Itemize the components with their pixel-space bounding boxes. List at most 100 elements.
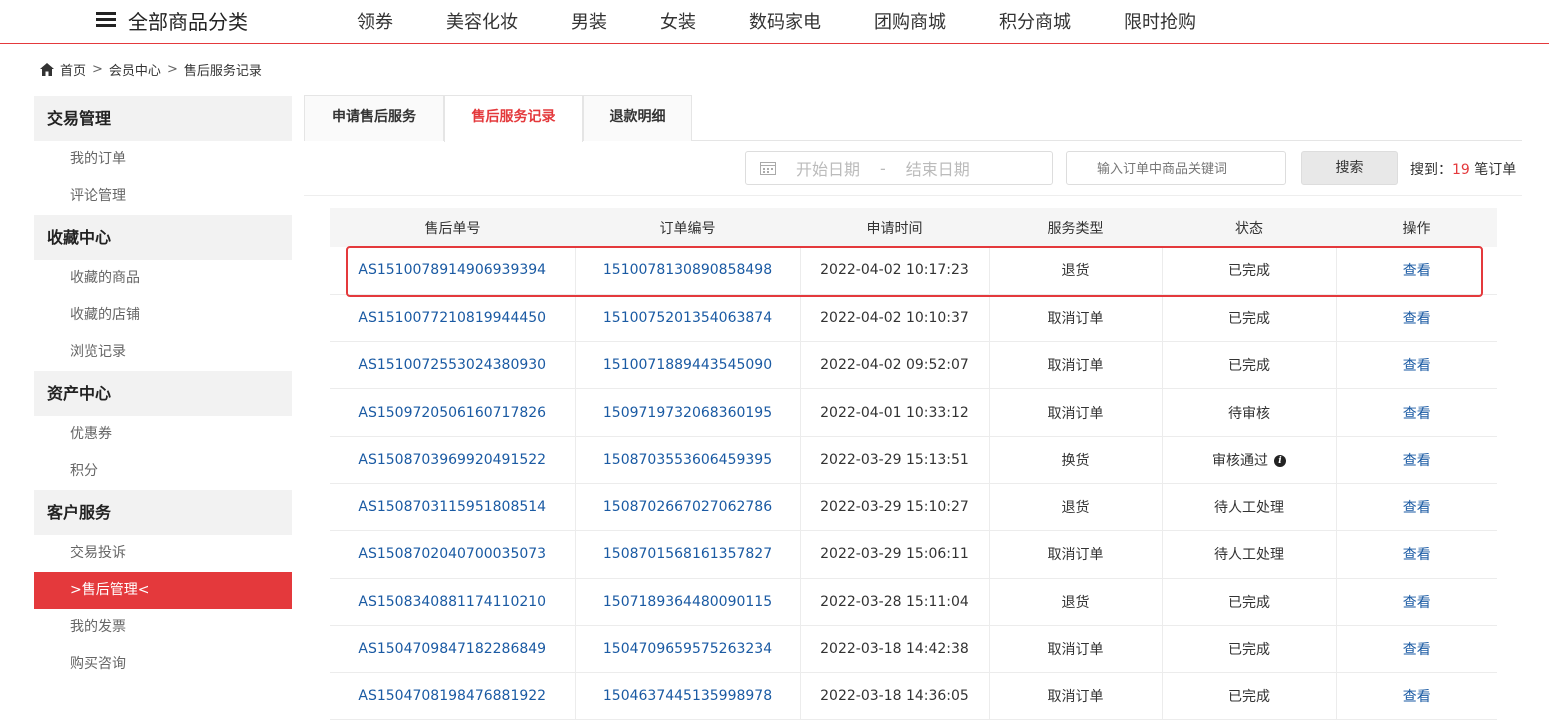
tab-apply-after-sales[interactable]: 申请售后服务 — [304, 95, 444, 141]
sidebar-item-points[interactable]: 积分 — [34, 453, 292, 490]
view-link[interactable]: 查看 — [1403, 547, 1431, 563]
table-cell: 待人工处理 — [1162, 483, 1337, 532]
nav-link[interactable]: 限时抢购 — [1124, 8, 1196, 34]
table-cell: 2022-03-28 15:11:04 — [800, 578, 990, 626]
order-no-link[interactable]: 1508701568161357827 — [603, 546, 772, 562]
order-no-link[interactable]: 1508702667027062786 — [603, 499, 772, 515]
sidebar-item-consultation[interactable]: 购买咨询 — [34, 646, 292, 683]
sidebar-item-favorite-goods[interactable]: 收藏的商品 — [34, 260, 292, 297]
status: 已完成 — [1228, 358, 1270, 375]
view-link[interactable]: 查看 — [1403, 642, 1431, 658]
sidebar-item-history[interactable]: 浏览记录 — [34, 334, 292, 371]
table-cell: 取消订单 — [989, 388, 1163, 437]
aftersales-no-link[interactable]: AS1508703969920491522 — [358, 452, 546, 468]
table-cell: AS1510072553024380930 — [330, 341, 576, 390]
table-cell: 查看 — [1336, 341, 1497, 390]
tab-refund-details[interactable]: 退款明细 — [583, 95, 692, 141]
home-icon — [40, 62, 54, 76]
aftersales-no-link[interactable]: AS1508703115951808514 — [358, 499, 546, 515]
keyword-search-input[interactable] — [1066, 151, 1286, 185]
sidebar-item-after-sales[interactable]: >售后管理< — [34, 572, 292, 609]
view-link[interactable]: 查看 — [1403, 689, 1431, 705]
order-no-link[interactable]: 1507189364480090115 — [603, 594, 772, 610]
table-cell: 退货 — [989, 578, 1163, 626]
table-cell: 查看 — [1336, 436, 1497, 484]
aftersales-no-link[interactable]: AS1510072553024380930 — [358, 357, 546, 373]
sidebar-item-favorite-shops[interactable]: 收藏的店铺 — [34, 297, 292, 334]
table-cell: 2022-04-01 10:33:12 — [800, 388, 990, 437]
aftersales-no-link[interactable]: AS1508702040700035073 — [358, 546, 546, 562]
aftersales-no-link[interactable]: AS1510078914906939394 — [358, 262, 546, 278]
view-link[interactable]: 查看 — [1403, 263, 1431, 279]
table-row: AS1510077210819944450 1510075201354063874… — [330, 294, 1497, 343]
table-row: AS1504708198476881922 1504637445135998978… — [330, 672, 1497, 721]
aftersales-no-link[interactable]: AS1509720506160717826 — [358, 405, 546, 421]
status: 待人工处理 — [1214, 500, 1284, 517]
sidebar-item-my-orders[interactable]: 我的订单 — [34, 141, 292, 178]
service-type: 退货 — [1061, 594, 1090, 611]
date-range-picker[interactable]: 开始日期 - 结束日期 — [745, 151, 1053, 185]
col-header-status: 状态 — [1162, 208, 1336, 247]
nav-link[interactable]: 积分商城 — [999, 8, 1071, 34]
breadcrumb-home[interactable]: 首页 — [60, 60, 86, 79]
info-icon[interactable]: i — [1274, 454, 1286, 467]
sidebar-item-invoices[interactable]: 我的发票 — [34, 609, 292, 646]
nav-link[interactable]: 男装 — [571, 8, 607, 34]
date-separator: - — [880, 158, 886, 178]
table-row: AS1510072553024380930 1510071889443545090… — [330, 341, 1497, 390]
nav-link[interactable]: 数码家电 — [749, 8, 821, 34]
breadcrumb: 首页 > 会员中心 > 售后服务记录 — [40, 60, 262, 79]
col-header-service-type: 服务类型 — [989, 208, 1162, 247]
end-date-field[interactable]: 结束日期 — [906, 156, 970, 180]
view-link[interactable]: 查看 — [1403, 453, 1431, 469]
sidebar-item-coupons[interactable]: 优惠券 — [34, 416, 292, 453]
status: 已完成 — [1228, 689, 1270, 706]
nav-link[interactable]: 美容化妆 — [446, 8, 518, 34]
nav-link[interactable]: 团购商城 — [874, 8, 946, 34]
apply-time: 2022-04-02 10:10:37 — [820, 309, 969, 326]
nav-links: 领券 美容化妆 男装 女装 数码家电 团购商城 积分商城 限时抢购 — [357, 8, 1249, 34]
table-cell: 退货 — [989, 247, 1163, 295]
search-button[interactable]: 搜索 — [1301, 151, 1398, 185]
order-no-link[interactable]: 1510071889443545090 — [603, 357, 772, 373]
table-cell: 2022-04-02 10:17:23 — [800, 247, 990, 295]
table-body: AS1510078914906939394 1510078130890858498… — [330, 247, 1497, 721]
nav-link[interactable]: 领券 — [357, 8, 393, 34]
after-sales-table: 售后单号 订单编号 申请时间 服务类型 状态 操作 AS151007891490… — [330, 208, 1497, 721]
table-cell: AS1508340881174110210 — [330, 578, 576, 626]
all-categories-button[interactable]: 全部商品分类 — [96, 6, 248, 34]
sidebar-item-complaints[interactable]: 交易投诉 — [34, 535, 292, 572]
breadcrumb-separator: > — [92, 61, 103, 77]
aftersales-no-link[interactable]: AS1504708198476881922 — [358, 688, 546, 704]
nav-link[interactable]: 女装 — [660, 8, 696, 34]
sidebar: 交易管理 我的订单 评论管理 收藏中心 收藏的商品 收藏的店铺 浏览记录 资产中… — [34, 96, 292, 721]
order-no-link[interactable]: 1510075201354063874 — [603, 310, 772, 326]
table-row: AS1504709847182286849 1504709659575263234… — [330, 625, 1497, 674]
view-link[interactable]: 查看 — [1403, 311, 1431, 327]
table-cell: 查看 — [1336, 578, 1497, 626]
start-date-field[interactable]: 开始日期 — [796, 156, 860, 180]
view-link[interactable]: 查看 — [1403, 406, 1431, 422]
order-no-link[interactable]: 1504709659575263234 — [603, 641, 772, 657]
order-no-link[interactable]: 1510078130890858498 — [603, 262, 772, 278]
sidebar-group-title: 客户服务 — [34, 490, 292, 535]
aftersales-no-link[interactable]: AS1508340881174110210 — [358, 594, 546, 610]
table-cell: 查看 — [1336, 672, 1497, 721]
table-cell: 2022-03-18 14:42:38 — [800, 625, 990, 674]
order-no-link[interactable]: 1509719732068360195 — [603, 405, 772, 421]
breadcrumb-member-center[interactable]: 会员中心 — [109, 60, 161, 79]
sidebar-item-reviews[interactable]: 评论管理 — [34, 178, 292, 215]
order-no-link[interactable]: 1504637445135998978 — [603, 688, 772, 704]
table-cell: 退货 — [989, 483, 1163, 532]
tab-after-sales-records[interactable]: 售后服务记录 — [444, 95, 583, 142]
calendar-icon — [760, 162, 776, 175]
aftersales-no-link[interactable]: AS1504709847182286849 — [358, 641, 546, 657]
order-no-link[interactable]: 1508703553606459395 — [603, 452, 772, 468]
col-header-apply-time: 申请时间 — [800, 208, 989, 247]
table-cell: 查看 — [1336, 530, 1497, 579]
view-link[interactable]: 查看 — [1403, 500, 1431, 516]
view-link[interactable]: 查看 — [1403, 358, 1431, 374]
table-cell: AS1508702040700035073 — [330, 530, 576, 579]
view-link[interactable]: 查看 — [1403, 595, 1431, 611]
aftersales-no-link[interactable]: AS1510077210819944450 — [358, 310, 546, 326]
